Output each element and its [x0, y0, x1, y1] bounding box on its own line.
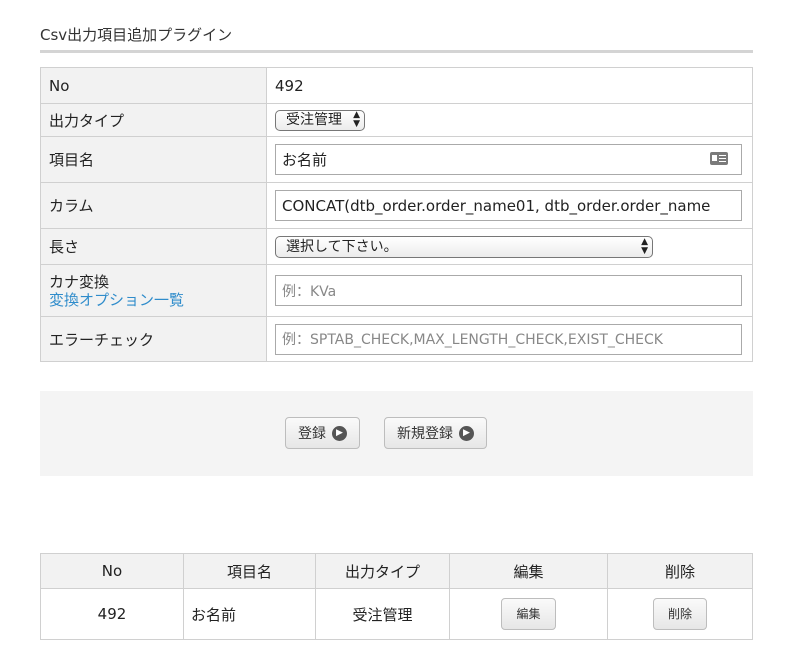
kana-cell: 例：KVa: [266, 264, 753, 317]
row-output-type: 出力タイプ 受注管理 ▲ ▼: [40, 103, 753, 137]
no-value: 492: [266, 67, 753, 104]
circle-arrow-right-icon: ▶: [459, 425, 474, 441]
output-type-select-value: 受注管理: [286, 111, 342, 128]
item-name-input[interactable]: お名前: [275, 144, 742, 175]
col-header-edit: 編集: [449, 553, 608, 589]
new-register-button[interactable]: 新規登録 ▶: [384, 417, 487, 449]
col-header-output-type: 出力タイプ: [315, 553, 450, 589]
output-type-cell: 受注管理 ▲ ▼: [266, 103, 753, 137]
row-error-check: エラーチェック 例：SPTAB_CHECK,MAX_LENGTH_CHECK,E…: [40, 316, 753, 362]
circle-arrow-right-icon: ▶: [332, 425, 347, 441]
error-check-label: エラーチェック: [40, 316, 267, 362]
kana-header: カナ変換 変換オプション一覧: [40, 264, 267, 317]
row-output-type-cell: 受注管理: [315, 588, 450, 640]
length-cell: 選択して下さい。 ▲ ▼: [266, 228, 753, 265]
error-check-input[interactable]: 例：SPTAB_CHECK,MAX_LENGTH_CHECK,EXIST_CHE…: [275, 323, 742, 355]
column-input-value: CONCAT(dtb_order.order_name01, dtb_order…: [282, 196, 711, 215]
kana-label: カナ変換: [49, 272, 110, 291]
row-no-cell: 492: [40, 588, 184, 640]
new-register-button-label: 新規登録: [397, 426, 453, 442]
row-delete-cell: 削除: [607, 588, 753, 640]
column-cell: CONCAT(dtb_order.order_name01, dtb_order…: [266, 182, 753, 229]
delete-button[interactable]: 削除: [652, 598, 707, 630]
row-length: 長さ 選択して下さい。 ▲ ▼: [40, 228, 753, 265]
output-type-select[interactable]: 受注管理 ▲ ▼: [275, 109, 365, 131]
edit-button[interactable]: 編集: [501, 598, 556, 630]
length-select-value: 選択して下さい。: [286, 238, 398, 255]
column-input[interactable]: CONCAT(dtb_order.order_name01, dtb_order…: [275, 190, 742, 221]
error-check-input-placeholder: 例：SPTAB_CHECK,MAX_LENGTH_CHECK,EXIST_CHE…: [282, 332, 663, 348]
up-down-arrows-icon: ▲ ▼: [641, 236, 648, 256]
item-name-label: 項目名: [40, 136, 267, 183]
output-type-label: 出力タイプ: [40, 103, 267, 137]
row-item-name: 項目名 お名前: [40, 136, 753, 183]
page-title: Csv出力項目追加プラグイン: [40, 26, 233, 44]
button-area: 登録 ▶ 新規登録 ▶: [40, 391, 753, 476]
title-divider: [40, 50, 753, 53]
table-row: 492 お名前 受注管理 編集 削除: [40, 588, 753, 640]
row-no: No 492: [40, 67, 753, 104]
col-header-no: No: [40, 553, 184, 589]
plugin-form-table: No 492 出力タイプ 受注管理 ▲ ▼ 項目名 お名前 カラム CONCAT(…: [40, 67, 753, 362]
kana-input-placeholder: 例：KVa: [282, 283, 337, 300]
row-kana-conversion: カナ変換 変換オプション一覧 例：KVa: [40, 264, 753, 317]
length-select[interactable]: 選択して下さい。 ▲ ▼: [275, 235, 653, 258]
up-down-arrows-icon: ▲ ▼: [353, 110, 360, 129]
register-button[interactable]: 登録 ▶: [285, 417, 360, 449]
item-list-table: No 項目名 出力タイプ 編集 削除 492 お名前 受注管理 編集 削除: [40, 553, 753, 640]
kana-input[interactable]: 例：KVa: [275, 275, 742, 306]
list-header-row: No 項目名 出力タイプ 編集 削除: [40, 553, 753, 589]
item-name-input-value: お名前: [282, 151, 328, 169]
column-label: カラム: [40, 182, 267, 229]
error-check-cell: 例：SPTAB_CHECK,MAX_LENGTH_CHECK,EXIST_CHE…: [266, 316, 753, 362]
register-button-label: 登録: [298, 426, 326, 442]
no-label: No: [40, 67, 267, 104]
col-header-item-name: 項目名: [183, 553, 316, 589]
item-name-cell: お名前: [266, 136, 753, 183]
row-edit-cell: 編集: [449, 588, 608, 640]
row-item-name-cell: お名前: [183, 588, 316, 640]
address-card-icon[interactable]: [710, 152, 728, 165]
col-header-delete: 削除: [607, 553, 753, 589]
row-column: カラム CONCAT(dtb_order.order_name01, dtb_o…: [40, 182, 753, 229]
length-label: 長さ: [40, 228, 267, 265]
kana-options-link[interactable]: 変換オプション一覧: [49, 291, 258, 309]
